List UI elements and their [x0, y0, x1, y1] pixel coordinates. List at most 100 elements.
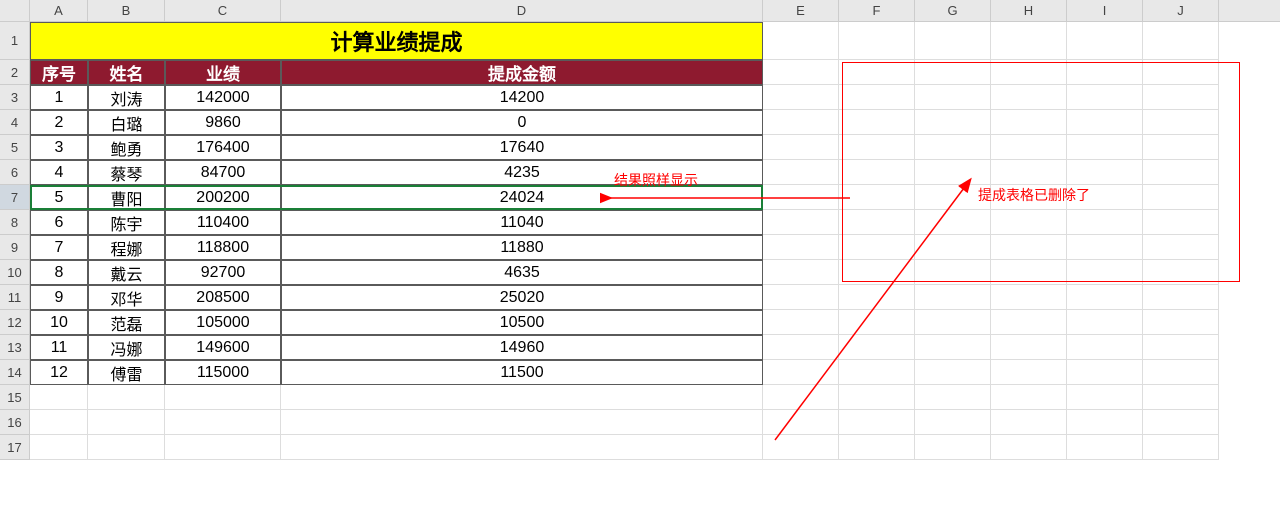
col-header-E[interactable]: E	[763, 0, 839, 21]
cell-J1[interactable]	[1143, 22, 1219, 60]
cell-comm-5[interactable]: 17640	[281, 135, 763, 160]
cell-F17[interactable]	[839, 435, 915, 460]
cell-E7[interactable]	[763, 185, 839, 210]
row-header-17[interactable]: 17	[0, 435, 30, 460]
cell-F15[interactable]	[839, 385, 915, 410]
cell-F16[interactable]	[839, 410, 915, 435]
cell-C16[interactable]	[165, 410, 281, 435]
cell-seq-4[interactable]: 2	[30, 110, 88, 135]
title-cell[interactable]: 计算业绩提成	[30, 22, 763, 60]
cell-E15[interactable]	[763, 385, 839, 410]
row-header-8[interactable]: 8	[0, 210, 30, 235]
cell-comm-8[interactable]: 11040	[281, 210, 763, 235]
cell-I11[interactable]	[1067, 285, 1143, 310]
cell-H1[interactable]	[991, 22, 1067, 60]
cell-D16[interactable]	[281, 410, 763, 435]
table-row[interactable]: 10范磊10500010500	[30, 310, 1280, 335]
cell-seq-9[interactable]: 7	[30, 235, 88, 260]
row-header-10[interactable]: 10	[0, 260, 30, 285]
cell-seq-6[interactable]: 4	[30, 160, 88, 185]
cell-F12[interactable]	[839, 310, 915, 335]
row-header-15[interactable]: 15	[0, 385, 30, 410]
cell-C15[interactable]	[165, 385, 281, 410]
cell-E12[interactable]	[763, 310, 839, 335]
table-row[interactable]: 12傅雷11500011500	[30, 360, 1280, 385]
cell-G13[interactable]	[915, 335, 991, 360]
cell-seq-7[interactable]: 5	[30, 185, 88, 210]
col-header-A[interactable]: A	[30, 0, 88, 21]
cell-perf-10[interactable]: 92700	[165, 260, 281, 285]
cell-A17[interactable]	[30, 435, 88, 460]
cell-E8[interactable]	[763, 210, 839, 235]
cell-seq-11[interactable]: 9	[30, 285, 88, 310]
cell-E3[interactable]	[763, 85, 839, 110]
select-all-corner[interactable]	[0, 0, 30, 21]
cell-perf-11[interactable]: 208500	[165, 285, 281, 310]
cell-comm-12[interactable]: 10500	[281, 310, 763, 335]
cell-perf-4[interactable]: 9860	[165, 110, 281, 135]
cell-name-7[interactable]: 曹阳	[88, 185, 165, 210]
cell-comm-9[interactable]: 11880	[281, 235, 763, 260]
cell-perf-14[interactable]: 115000	[165, 360, 281, 385]
cell-name-11[interactable]: 邓华	[88, 285, 165, 310]
row-header-3[interactable]: 3	[0, 85, 30, 110]
cell-E4[interactable]	[763, 110, 839, 135]
row-header-12[interactable]: 12	[0, 310, 30, 335]
cell-G15[interactable]	[915, 385, 991, 410]
cell-C17[interactable]	[165, 435, 281, 460]
cell-I12[interactable]	[1067, 310, 1143, 335]
row-header-9[interactable]: 9	[0, 235, 30, 260]
row-header-6[interactable]: 6	[0, 160, 30, 185]
cell-perf-9[interactable]: 118800	[165, 235, 281, 260]
cell-J13[interactable]	[1143, 335, 1219, 360]
cell-B16[interactable]	[88, 410, 165, 435]
cell-E16[interactable]	[763, 410, 839, 435]
cell-D17[interactable]	[281, 435, 763, 460]
cell-name-12[interactable]: 范磊	[88, 310, 165, 335]
row-header-14[interactable]: 14	[0, 360, 30, 385]
cell-A16[interactable]	[30, 410, 88, 435]
cell-comm-6[interactable]: 4235	[281, 160, 763, 185]
cell-E10[interactable]	[763, 260, 839, 285]
cell-perf-13[interactable]: 149600	[165, 335, 281, 360]
cell-G17[interactable]	[915, 435, 991, 460]
row-header-4[interactable]: 4	[0, 110, 30, 135]
cell-I1[interactable]	[1067, 22, 1143, 60]
cell-name-10[interactable]: 戴云	[88, 260, 165, 285]
cell-J12[interactable]	[1143, 310, 1219, 335]
cell-perf-3[interactable]: 142000	[165, 85, 281, 110]
cell-perf-6[interactable]: 84700	[165, 160, 281, 185]
cell-name-9[interactable]: 程娜	[88, 235, 165, 260]
cell-J15[interactable]	[1143, 385, 1219, 410]
cell-I14[interactable]	[1067, 360, 1143, 385]
cell-seq-3[interactable]: 1	[30, 85, 88, 110]
header-perf[interactable]: 业绩	[165, 60, 281, 85]
cell-H12[interactable]	[991, 310, 1067, 335]
cell-perf-7[interactable]: 200200	[165, 185, 281, 210]
cell-B15[interactable]	[88, 385, 165, 410]
cell-perf-8[interactable]: 110400	[165, 210, 281, 235]
col-header-F[interactable]: F	[839, 0, 915, 21]
cell-J16[interactable]	[1143, 410, 1219, 435]
cell-H13[interactable]	[991, 335, 1067, 360]
cell-seq-12[interactable]: 10	[30, 310, 88, 335]
cell-I15[interactable]	[1067, 385, 1143, 410]
col-header-G[interactable]: G	[915, 0, 991, 21]
row-header-13[interactable]: 13	[0, 335, 30, 360]
cell-E9[interactable]	[763, 235, 839, 260]
cell-F13[interactable]	[839, 335, 915, 360]
row-header-5[interactable]: 5	[0, 135, 30, 160]
col-header-B[interactable]: B	[88, 0, 165, 21]
cell-comm-7[interactable]: 24024	[281, 185, 763, 210]
cell-E13[interactable]	[763, 335, 839, 360]
cell-seq-5[interactable]: 3	[30, 135, 88, 160]
cell-J14[interactable]	[1143, 360, 1219, 385]
row-header-16[interactable]: 16	[0, 410, 30, 435]
cell-E2[interactable]	[763, 60, 839, 85]
cell-name-8[interactable]: 陈宇	[88, 210, 165, 235]
header-name[interactable]: 姓名	[88, 60, 165, 85]
cell-J17[interactable]	[1143, 435, 1219, 460]
cell-E6[interactable]	[763, 160, 839, 185]
cell-seq-13[interactable]: 11	[30, 335, 88, 360]
cell-G16[interactable]	[915, 410, 991, 435]
